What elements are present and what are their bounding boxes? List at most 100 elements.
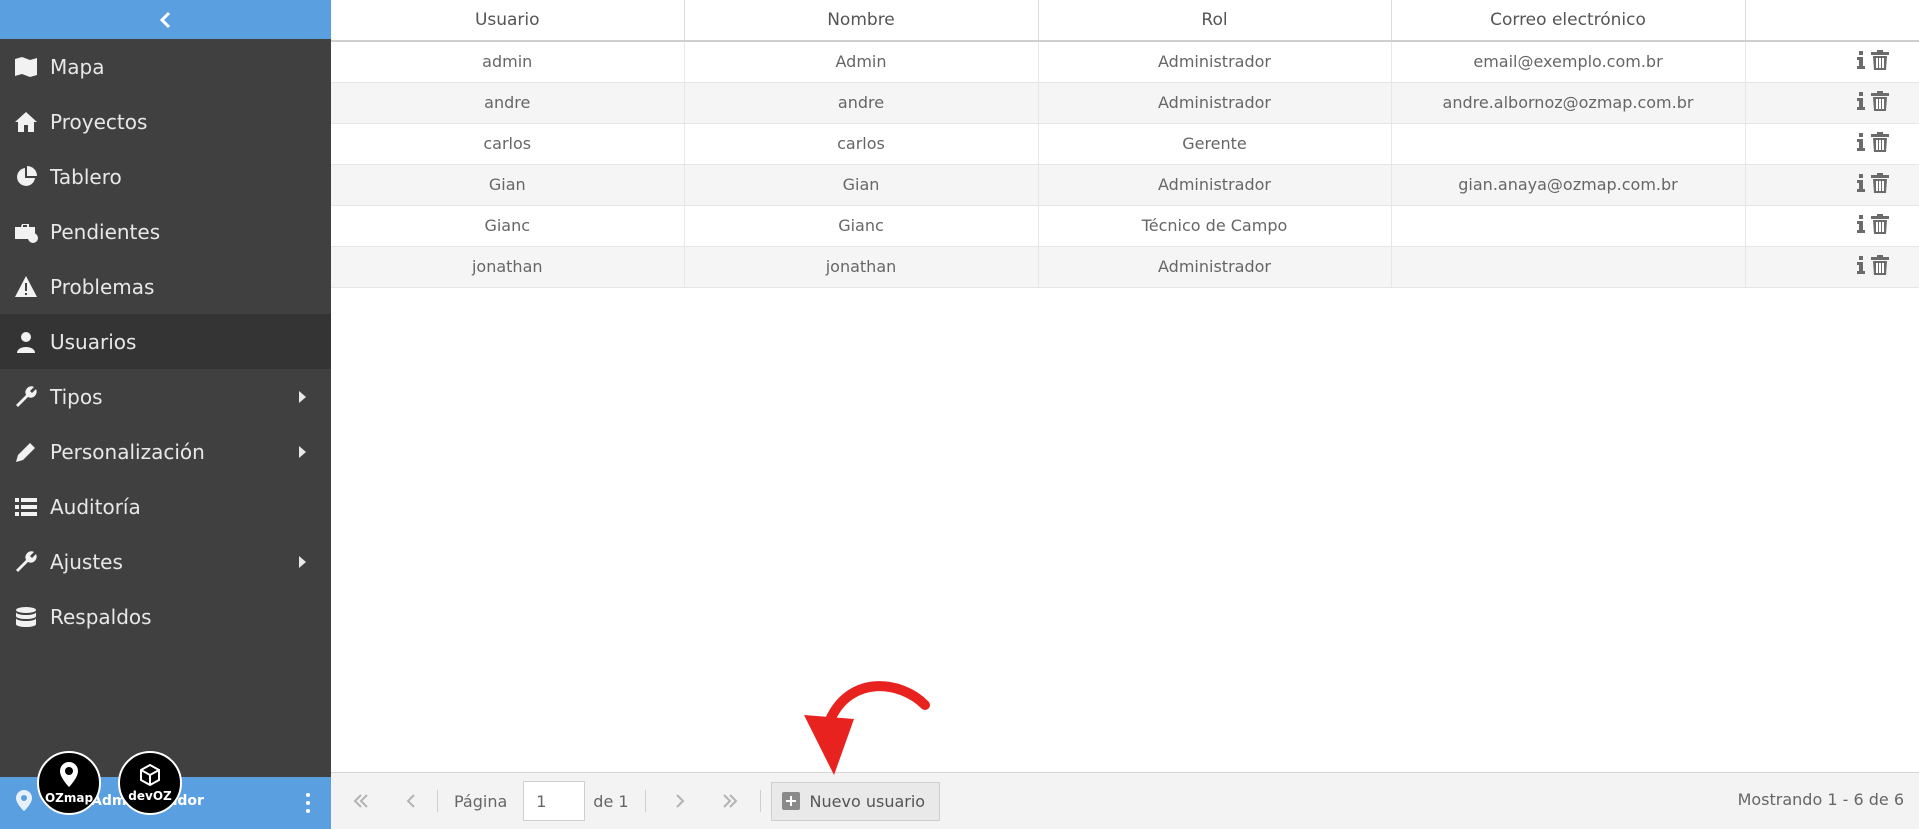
cell-correo: email@exemplo.com.br	[1391, 41, 1746, 83]
submenu-arrow-icon	[299, 445, 306, 458]
users-table: Usuario Nombre Rol Correo electrónico ad…	[331, 0, 1919, 288]
sidebar-item-tablero[interactable]: Tablero	[0, 149, 331, 204]
trash-icon[interactable]	[1871, 131, 1889, 156]
sidebar-item-label: Pendientes	[50, 219, 161, 244]
toolbar-separator	[437, 790, 438, 812]
sidebar-item-usuarios[interactable]: Usuarios	[0, 314, 331, 369]
previous-page-button[interactable]	[395, 785, 427, 817]
kebab-menu-icon[interactable]	[305, 793, 311, 813]
info-icon[interactable]	[1857, 50, 1865, 73]
cell-usuario: admin	[331, 41, 685, 83]
sidebar-collapse-button[interactable]	[0, 0, 331, 39]
sidebar-item-tipos[interactable]: Tipos	[0, 369, 331, 424]
column-header-nombre[interactable]: Nombre	[684, 0, 1039, 42]
page-number-input[interactable]	[523, 781, 586, 821]
column-header-actions	[1745, 0, 1919, 42]
first-page-button[interactable]	[345, 785, 377, 817]
sidebar-item-auditoria[interactable]: Auditoría	[0, 479, 331, 534]
toolbar-separator	[759, 790, 761, 812]
column-header-usuario[interactable]: Usuario	[331, 0, 685, 42]
warning-icon	[13, 275, 39, 299]
map-icon	[13, 55, 39, 79]
cell-usuario: Gian	[331, 164, 685, 206]
home-icon	[13, 110, 39, 134]
submenu-arrow-icon	[299, 555, 306, 568]
sidebar-item-label: Usuarios	[50, 329, 137, 354]
users-panel: Usuario Nombre Rol Correo electrónico ad…	[331, 0, 1919, 829]
double-chevron-right-icon	[722, 794, 737, 808]
page-total-label: de 1	[593, 791, 629, 811]
cell-rol: Administrador	[1038, 41, 1392, 83]
sidebar-item-label: Tablero	[50, 164, 122, 189]
annotation-arrow-icon	[804, 681, 930, 775]
info-icon[interactable]	[1857, 214, 1865, 237]
new-user-button[interactable]: Nuevo usuario	[770, 781, 941, 821]
sidebar-item-label: Tipos	[50, 384, 103, 409]
cell-nombre: andre	[684, 82, 1039, 124]
trash-icon[interactable]	[1871, 254, 1889, 279]
table-row[interactable]: carlos carlos Gerente	[331, 123, 1919, 165]
sidebar-item-proyectos[interactable]: Proyectos	[0, 94, 331, 149]
table-header-row: Usuario Nombre Rol Correo electrónico	[331, 0, 1919, 42]
plus-square-icon	[781, 792, 800, 810]
sidebar-item-label: Proyectos	[50, 109, 148, 134]
info-icon[interactable]	[1857, 132, 1865, 155]
map-pin-logo-icon	[60, 762, 78, 787]
sidebar-item-personalizacion[interactable]: Personalización	[0, 424, 331, 479]
chevron-right-icon	[675, 794, 684, 808]
cell-nombre: jonathan	[684, 246, 1039, 288]
double-chevron-left-icon	[353, 794, 368, 808]
cell-usuario: jonathan	[331, 246, 685, 288]
sidebar-item-pendientes[interactable]: Pendientes	[0, 204, 331, 259]
devoz-logo: devOZ	[118, 751, 182, 815]
info-icon[interactable]	[1857, 173, 1865, 196]
table-row[interactable]: andre andre Administrador andre.albornoz@oz…	[331, 82, 1919, 124]
sidebar-item-mapa[interactable]: Mapa	[0, 39, 331, 94]
sidebar-item-label: Auditoría	[50, 494, 141, 519]
info-icon[interactable]	[1857, 91, 1865, 114]
cell-rol: Administrador	[1038, 82, 1392, 124]
wrench-icon	[13, 385, 39, 409]
last-page-button[interactable]	[714, 785, 746, 817]
cell-usuario: carlos	[331, 123, 685, 165]
row-actions	[1745, 82, 1919, 124]
row-actions	[1745, 123, 1919, 165]
sidebar-item-ajustes[interactable]: Ajustes	[0, 534, 331, 589]
trash-icon[interactable]	[1871, 213, 1889, 238]
chevron-left-icon	[159, 11, 170, 28]
user-icon	[13, 330, 39, 354]
info-icon[interactable]	[1857, 255, 1865, 278]
column-header-correo[interactable]: Correo electrónico	[1391, 0, 1746, 42]
app-window: Mapa Proyectos Tablero Pendientes Proble…	[0, 0, 1919, 829]
table-row[interactable]: Gianc Gianc Técnico de Campo	[331, 205, 1919, 247]
cell-nombre: Gian	[684, 164, 1039, 206]
ozmap-logo-text: OZmap	[44, 791, 94, 805]
wrench-icon	[13, 550, 39, 574]
cube-logo-icon	[140, 763, 160, 787]
cell-rol: Técnico de Campo	[1038, 205, 1392, 247]
sidebar-item-label: Personalización	[50, 439, 205, 464]
cell-rol: Administrador	[1038, 164, 1392, 206]
next-page-button[interactable]	[664, 785, 696, 817]
cell-correo: gian.anaya@ozmap.com.br	[1391, 164, 1746, 206]
sidebar-item-problemas[interactable]: Problemas	[0, 259, 331, 314]
cell-rol: Gerente	[1038, 123, 1392, 165]
trash-icon[interactable]	[1871, 90, 1889, 115]
sidebar-item-label: Respaldos	[50, 604, 152, 629]
column-header-rol[interactable]: Rol	[1038, 0, 1392, 42]
pagination-toolbar: Página de 1 Nuevo usuario Mostrando 1 - …	[331, 772, 1919, 829]
trash-icon[interactable]	[1871, 172, 1889, 197]
chevron-left-icon	[406, 794, 415, 808]
sidebar-item-respaldos[interactable]: Respaldos	[0, 589, 331, 644]
trash-icon[interactable]	[1871, 49, 1889, 74]
row-actions	[1745, 205, 1919, 247]
sidebar-item-label: Problemas	[50, 274, 155, 299]
users-table-body: admin Admin Administrador email@exemplo.com…	[331, 41, 1919, 288]
cell-correo: andre.albornoz@ozmap.com.br	[1391, 82, 1746, 124]
toolbar-separator	[644, 790, 646, 812]
table-row[interactable]: admin Admin Administrador email@exemplo.com…	[331, 41, 1919, 83]
cell-correo	[1391, 205, 1746, 247]
briefcase-clock-icon	[13, 220, 39, 244]
table-row[interactable]: Gian Gian Administrador gian.anaya@ozmap.co…	[331, 164, 1919, 206]
table-row[interactable]: jonathan jonathan Administrador	[331, 246, 1919, 288]
